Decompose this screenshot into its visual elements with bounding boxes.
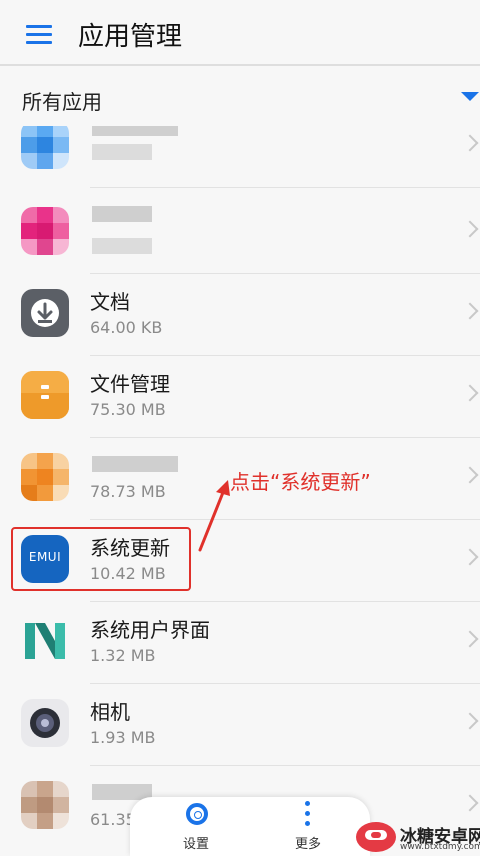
app-size: 1.93 MB [90, 728, 156, 747]
chevron-right-icon [461, 384, 479, 402]
app-name: 相机 [90, 700, 130, 724]
folder-icon [21, 371, 69, 419]
blurred-size [92, 144, 152, 160]
watermark-logo-icon [356, 822, 396, 852]
app-size: 1.32 MB [90, 646, 156, 665]
blurred-app-icon [21, 781, 69, 829]
n-logo-icon [21, 617, 69, 665]
camera-icon [21, 699, 69, 747]
app-name: 文档 [90, 290, 130, 314]
app-name: 系统用户界面 [90, 618, 210, 642]
blurred-size [92, 238, 152, 254]
blurred-name [92, 206, 152, 222]
list-item-system-ui[interactable]: 系统用户界面 1.32 MB [0, 602, 480, 684]
dropdown-caret-icon[interactable] [461, 92, 479, 101]
list-item-camera[interactable]: 相机 1.93 MB [0, 684, 480, 766]
blurred-app-icon [21, 126, 69, 169]
highlight-box [11, 527, 191, 591]
chevron-right-icon [461, 630, 479, 648]
chevron-right-icon [461, 302, 479, 320]
settings-label: 设置 [182, 837, 209, 852]
blurred-app-icon [21, 207, 69, 255]
chevron-right-icon [461, 466, 479, 484]
blurred-name [92, 126, 178, 136]
watermark: 冰糖安卓网 www.btxtdmy.com [356, 818, 480, 856]
watermark-url: www.btxtdmy.com [400, 842, 480, 852]
more-button[interactable]: 更多 [278, 797, 338, 853]
app-bar: 应用管理 [0, 0, 480, 66]
list-item[interactable] [0, 192, 480, 274]
blurred-app-icon [21, 453, 69, 501]
app-name: 文件管理 [90, 372, 170, 396]
bottom-nav: 设置 更多 [130, 797, 370, 856]
app-filter-dropdown[interactable]: 所有应用 [0, 68, 480, 126]
chevron-right-icon [461, 134, 479, 152]
settings-button[interactable]: 设置 [166, 797, 226, 853]
blurred-name [92, 456, 178, 472]
more-vertical-icon [305, 801, 311, 831]
filter-label: 所有应用 [22, 90, 102, 114]
chevron-right-icon [461, 794, 479, 812]
app-size: 78.73 MB [90, 482, 166, 501]
gear-icon [186, 803, 208, 825]
list-item-files[interactable]: 文件管理 75.30 MB [0, 356, 480, 438]
annotation-text: 点击“系统更新” [230, 470, 371, 494]
app-size: 75.30 MB [90, 400, 166, 419]
list-item[interactable] [0, 126, 480, 188]
more-label: 更多 [294, 837, 321, 852]
chevron-right-icon [461, 548, 479, 566]
chevron-right-icon [461, 220, 479, 238]
app-size: 64.00 KB [90, 318, 163, 337]
chevron-right-icon [461, 712, 479, 730]
list-item-docs[interactable]: 文档 64.00 KB [0, 274, 480, 356]
page-title: 应用管理 [78, 22, 183, 52]
download-icon [21, 289, 69, 337]
menu-icon[interactable] [26, 25, 52, 44]
